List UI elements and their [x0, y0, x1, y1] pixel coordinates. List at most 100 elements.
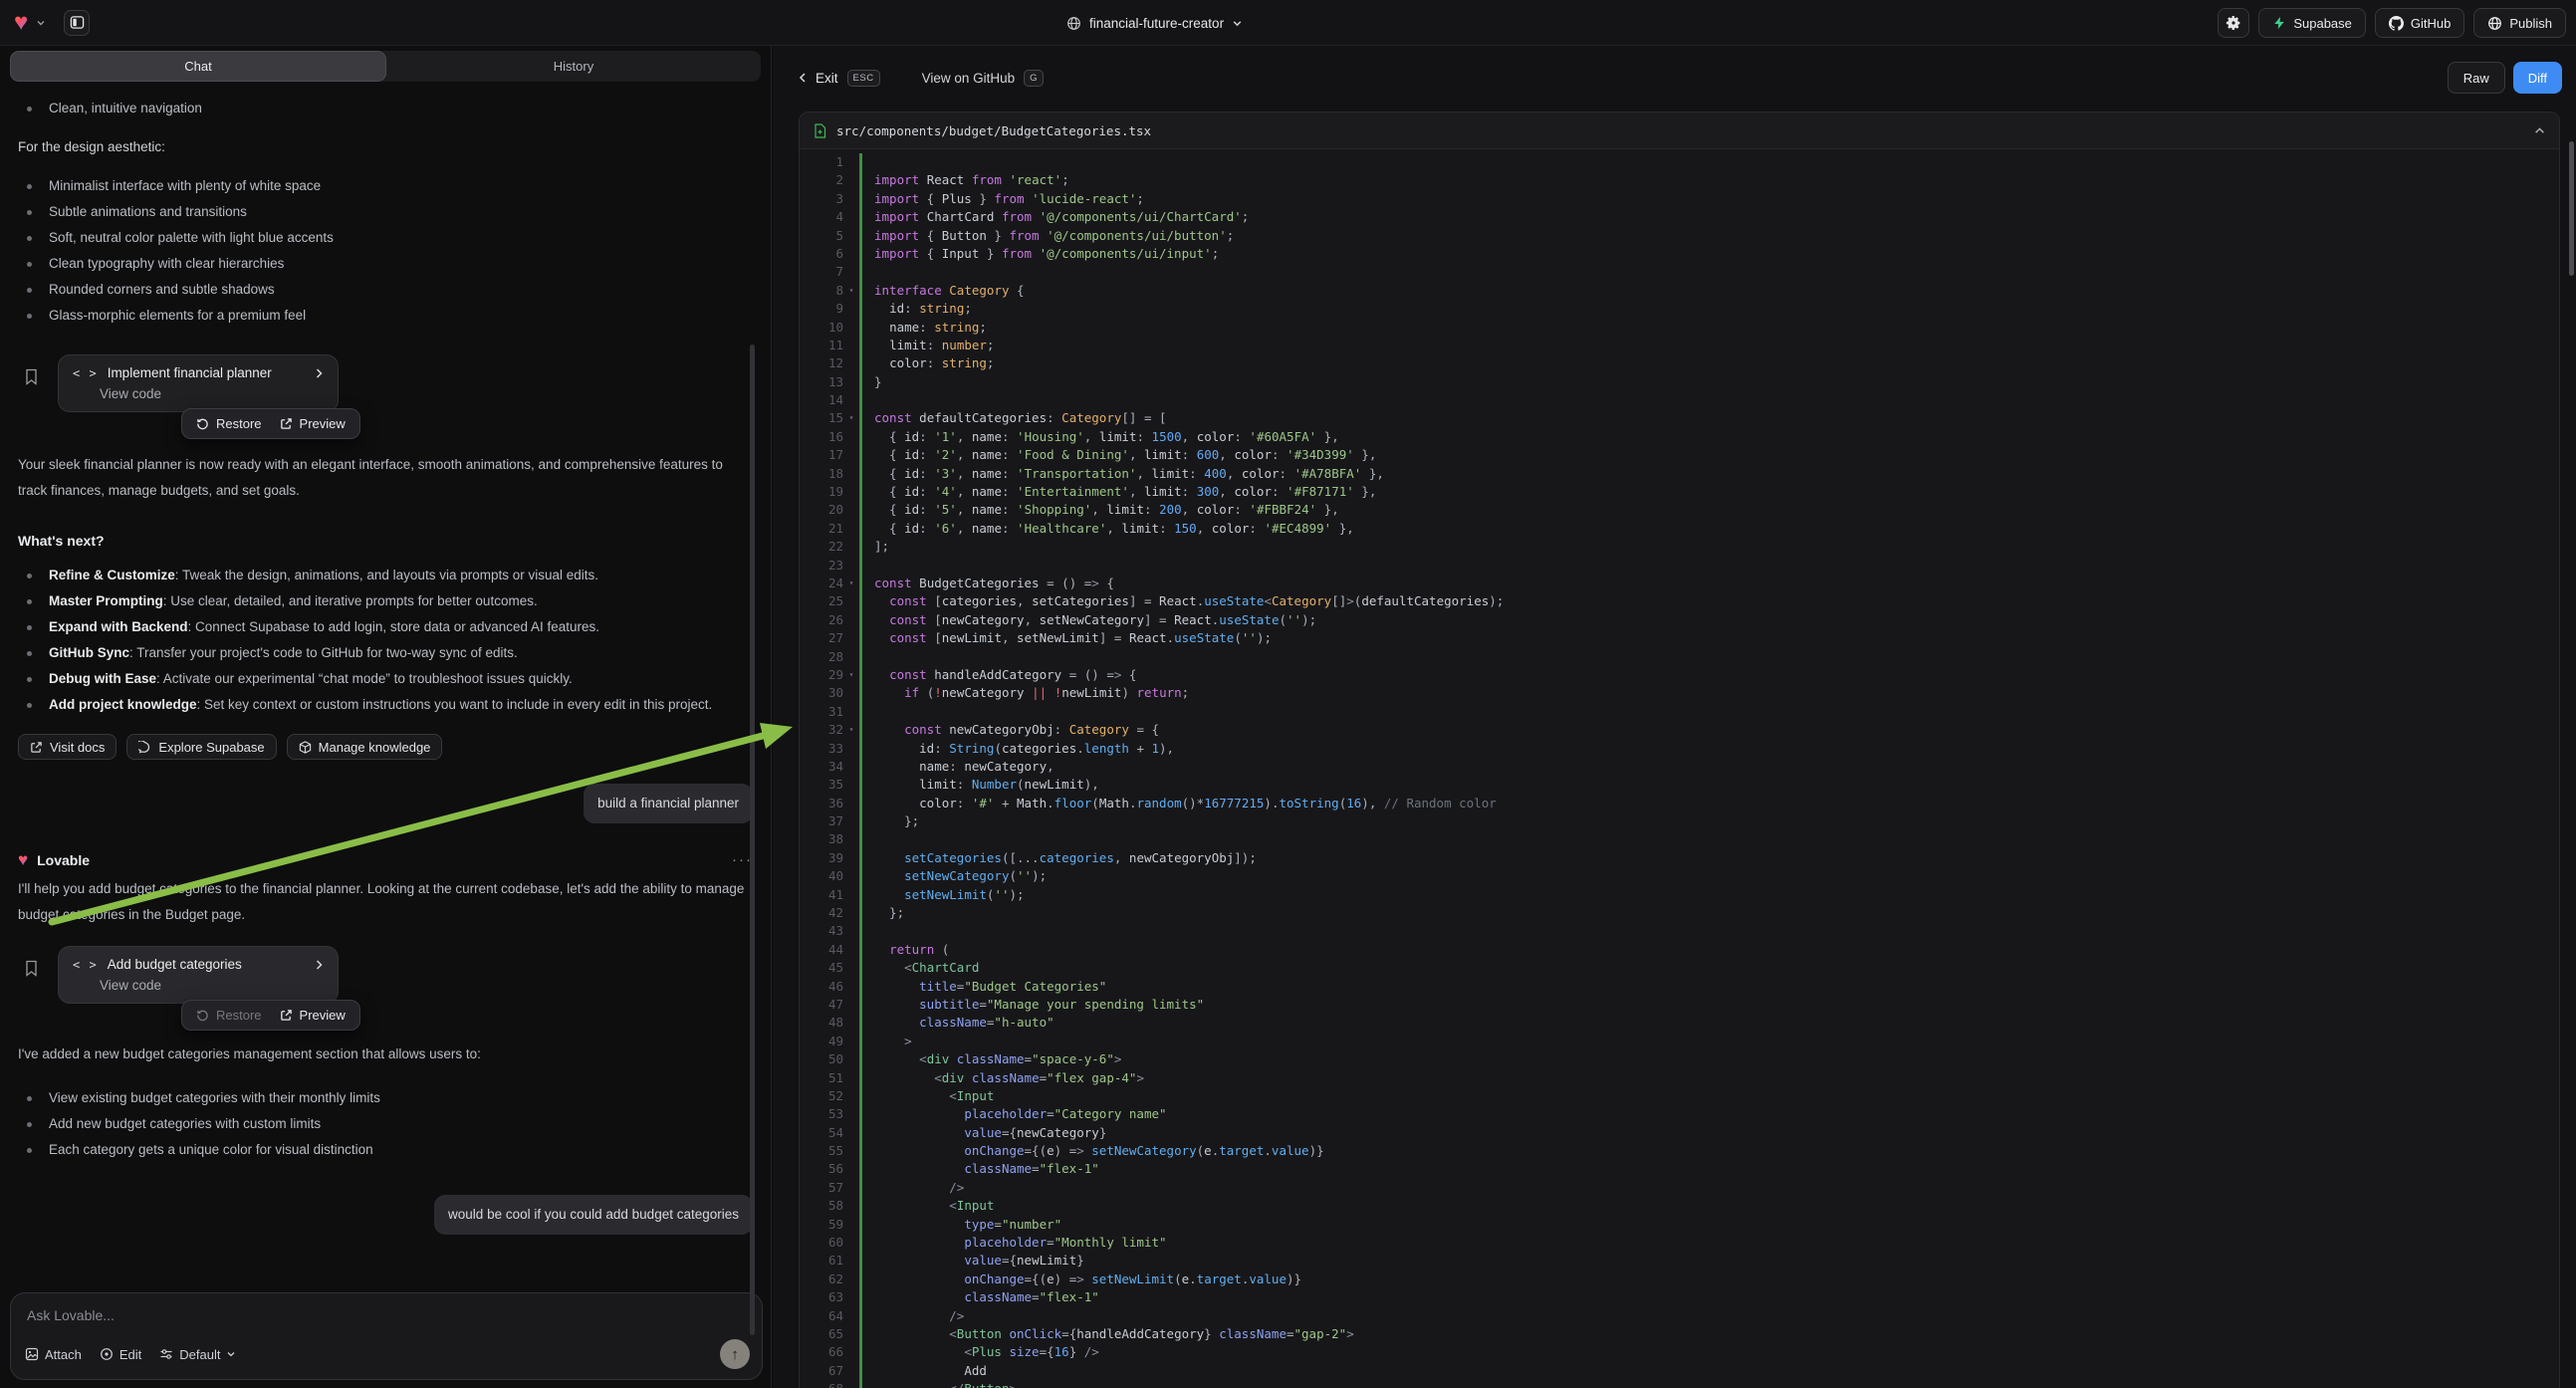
view-on-github-button[interactable]: View on GitHub G — [922, 70, 1044, 87]
fold-toggle — [843, 1216, 859, 1234]
fold-toggle — [843, 703, 859, 721]
fold-toggle — [843, 501, 859, 519]
list-item: Each category gets a unique color for vi… — [18, 1137, 753, 1163]
fold-toggle — [843, 153, 859, 171]
code-line: 35 limit: Number(newLimit), — [800, 776, 2559, 794]
list-item: Minimalist interface with plenty of whit… — [18, 173, 753, 199]
line-number: 61 — [800, 1252, 843, 1270]
bookmark-icon[interactable] — [24, 368, 39, 385]
code-line: 7 — [800, 263, 2559, 281]
fold-toggle[interactable]: ▾ — [843, 282, 859, 300]
code-line: 62 onChange={(e) => setNewLimit(e.target… — [800, 1271, 2559, 1288]
line-number: 23 — [800, 557, 843, 575]
visit-docs-button[interactable]: Visit docs — [18, 734, 117, 760]
settings-button[interactable] — [2218, 8, 2249, 38]
toggle-sidebar-button[interactable] — [64, 10, 90, 36]
code-line: 30 if (!newCategory || !newLimit) return… — [800, 684, 2559, 702]
fold-toggle[interactable]: ▾ — [843, 409, 859, 427]
fold-toggle — [843, 1105, 859, 1123]
fold-toggle — [843, 520, 859, 538]
fold-toggle — [843, 959, 859, 977]
fold-toggle — [843, 648, 859, 666]
fold-toggle — [843, 776, 859, 794]
line-number: 37 — [800, 812, 843, 830]
line-number: 67 — [800, 1362, 843, 1380]
code-line: 46 title="Budget Categories" — [800, 978, 2559, 996]
version-card-implement-financial-planner[interactable]: < > Implement financial planner View cod… — [58, 354, 339, 412]
manage-knowledge-button[interactable]: Manage knowledge — [287, 734, 443, 760]
github-button[interactable]: GitHub — [2375, 8, 2464, 38]
chevron-down-icon — [226, 1349, 236, 1359]
file-header[interactable]: src/components/budget/BudgetCategories.t… — [800, 113, 2559, 149]
chat-input[interactable] — [27, 1307, 746, 1323]
sliders-icon — [159, 1347, 173, 1361]
code-line: 8▾interface Category { — [800, 282, 2559, 300]
line-number: 36 — [800, 795, 843, 812]
attach-button[interactable]: Attach — [25, 1347, 82, 1362]
bookmark-icon[interactable] — [24, 960, 39, 977]
code-line: 18 { id: '3', name: 'Transportation', li… — [800, 465, 2559, 483]
fold-toggle[interactable]: ▾ — [843, 721, 859, 739]
preview-button[interactable]: Preview — [280, 1008, 346, 1023]
logo-menu-chevron-down-icon[interactable] — [36, 18, 46, 28]
exit-button[interactable]: Exit ESC — [799, 70, 880, 87]
line-number: 17 — [800, 446, 843, 464]
fold-toggle — [843, 354, 859, 372]
clipped-bullet-list: Clean, intuitive navigation — [18, 96, 753, 121]
list-item: Add project knowledge: Set key context o… — [18, 692, 753, 718]
file-added-icon — [814, 123, 826, 138]
chat-scrollbar[interactable] — [750, 345, 755, 1335]
fold-toggle — [843, 190, 859, 208]
diff-toggle-button[interactable]: Diff — [2513, 62, 2562, 94]
publish-button[interactable]: Publish — [2473, 8, 2566, 38]
fold-toggle — [843, 904, 859, 922]
explore-supabase-button[interactable]: Explore Supabase — [126, 734, 276, 760]
code-line: 63 className="flex-1" — [800, 1288, 2559, 1306]
line-number: 60 — [800, 1234, 843, 1252]
line-number: 2 — [800, 171, 843, 189]
line-number: 26 — [800, 611, 843, 629]
preview-button[interactable]: Preview — [280, 416, 346, 431]
tab-history[interactable]: History — [386, 51, 761, 82]
version-card-add-budget-categories[interactable]: < > Add budget categories View code Rest… — [58, 946, 339, 1004]
line-number: 10 — [800, 319, 843, 337]
send-button[interactable]: ↑ — [720, 1339, 750, 1369]
line-number: 28 — [800, 648, 843, 666]
fold-toggle — [843, 830, 859, 848]
model-selector[interactable]: Default — [159, 1347, 236, 1362]
code-editor[interactable]: 12import React from 'react';3import { Pl… — [800, 149, 2559, 1388]
code-line: 55 onChange={(e) => setNewCategory(e.tar… — [800, 1142, 2559, 1160]
external-link-icon — [280, 1009, 293, 1022]
raw-toggle-button[interactable]: Raw — [2448, 62, 2505, 94]
fold-toggle — [843, 300, 859, 318]
restore-button[interactable]: Restore — [196, 1008, 262, 1023]
code-line: 3import { Plus } from 'lucide-react'; — [800, 190, 2559, 208]
code-line: 61 value={newLimit} — [800, 1252, 2559, 1270]
code-line: 24▾const BudgetCategories = () => { — [800, 575, 2559, 592]
fold-toggle[interactable]: ▾ — [843, 575, 859, 592]
code-line: 54 value={newCategory} — [800, 1124, 2559, 1142]
view-code-link[interactable]: View code — [100, 978, 324, 993]
view-code-link[interactable]: View code — [100, 386, 324, 401]
fold-toggle[interactable]: ▾ — [843, 666, 859, 684]
project-switcher[interactable]: financial-future-creator — [1066, 0, 1243, 46]
code-scrollbar[interactable] — [2569, 141, 2574, 276]
restore-button[interactable]: Restore — [196, 416, 262, 431]
code-line: 53 placeholder="Category name" — [800, 1105, 2559, 1123]
collapse-file-button[interactable] — [2534, 126, 2545, 134]
code-line: 25 const [categories, setCategories] = R… — [800, 592, 2559, 610]
fold-toggle — [843, 465, 859, 483]
edit-mode-button[interactable]: Edit — [100, 1347, 141, 1362]
fold-toggle — [843, 428, 859, 446]
supabase-button[interactable]: Supabase — [2258, 8, 2366, 38]
code-line: 57 /> — [800, 1179, 2559, 1197]
line-number: 3 — [800, 190, 843, 208]
lovable-logo-icon[interactable]: ♥ — [14, 11, 28, 35]
code-line: 26 const [newCategory, setNewCategory] =… — [800, 611, 2559, 629]
code-line: 64 /> — [800, 1307, 2559, 1325]
fold-toggle — [843, 849, 859, 867]
tab-chat[interactable]: Chat — [10, 51, 386, 82]
line-number: 45 — [800, 959, 843, 977]
line-number: 43 — [800, 922, 843, 940]
list-item: Expand with Backend: Connect Supabase to… — [18, 614, 753, 640]
